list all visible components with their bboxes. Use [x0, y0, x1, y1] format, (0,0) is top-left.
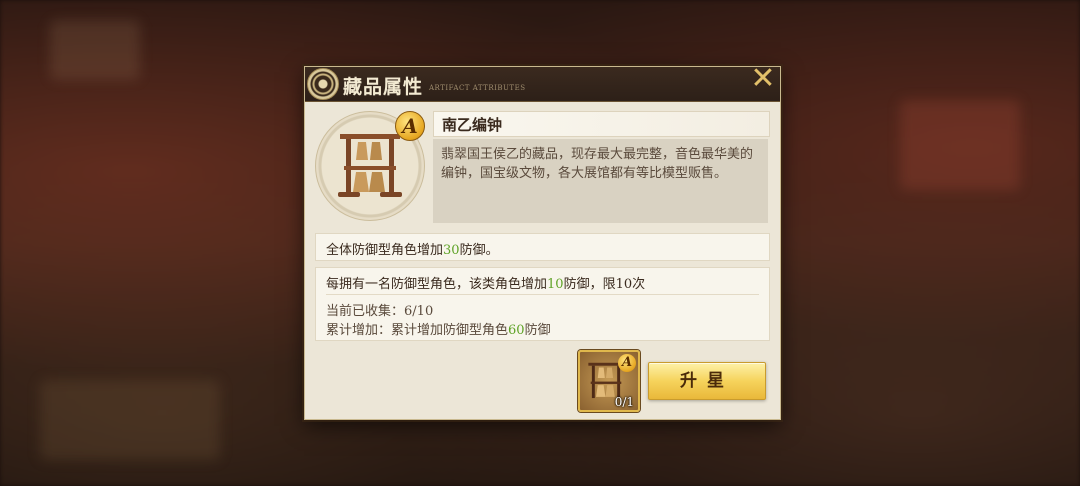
- material-count: 0/1: [614, 395, 634, 409]
- effect-suffix: 防御。: [459, 243, 499, 258]
- effect-row-global: 全体防御型角色增加30防御。: [315, 233, 770, 261]
- background-shape: [50, 20, 140, 80]
- background-shape: [900, 100, 1020, 190]
- total-line: 累计增加：累计增加防御型角色60防御: [326, 319, 551, 338]
- effect-prefix: 每拥有一名防御型角色，该类角色增加: [326, 277, 548, 292]
- effect-suffix: 防御，限10次: [563, 277, 646, 292]
- description-box: 翡翠国王侯乙的藏品，现存最大最完整，音色最华美的编钟，国宝级文物，各大展馆都有等…: [433, 139, 768, 223]
- effect-row-per-character: 每拥有一名防御型角色，该类角色增加10防御，限10次 当前已收集：6/10 累计…: [315, 267, 770, 341]
- collected-label: 当前已收集：: [326, 304, 405, 319]
- total-value: 60: [508, 323, 525, 338]
- upgrade-star-button[interactable]: 升星: [648, 362, 766, 400]
- effect-text: 每拥有一名防御型角色，该类角色增加10防御，限10次: [326, 273, 645, 292]
- emblem-icon: [307, 68, 339, 100]
- artifact-description: 翡翠国王侯乙的藏品，现存最大最完整，音色最华美的编钟，国宝级文物，各大展馆都有等…: [441, 147, 754, 181]
- effect-prefix: 全体防御型角色增加: [326, 243, 444, 258]
- artifact-name: 南乙编钟: [442, 116, 503, 134]
- total-prefix: 累计增加防御型角色: [391, 323, 509, 338]
- collected-value: 6/10: [404, 304, 434, 319]
- divider: [326, 294, 759, 295]
- artifact-name-bar: 南乙编钟: [433, 111, 770, 137]
- upgrade-material-slot[interactable]: A 0/1: [578, 350, 640, 412]
- dialog-subtitle: ARTIFACT ATTRIBUTES: [429, 84, 526, 92]
- total-label: 累计增加：: [326, 323, 392, 338]
- effect-value: 30: [443, 243, 460, 258]
- dialog-title: 藏品属性: [343, 76, 424, 98]
- material-grade-badge: A: [618, 354, 636, 372]
- close-icon[interactable]: ✕: [748, 64, 778, 94]
- artifact-attributes-dialog: 藏品属性 ARTIFACT ATTRIBUTES A 南乙编钟 翡翠国王侯乙的藏…: [304, 66, 781, 420]
- dialog-header: 藏品属性 ARTIFACT ATTRIBUTES: [305, 67, 780, 102]
- effect-text: 全体防御型角色增加30防御。: [326, 239, 499, 258]
- effect-value: 10: [547, 277, 564, 292]
- total-suffix: 防御: [524, 323, 551, 338]
- background-shape: [40, 380, 220, 460]
- collected-line: 当前已收集：6/10: [326, 300, 433, 319]
- bell-chime-icon: [338, 134, 402, 197]
- grade-badge: A: [395, 111, 425, 141]
